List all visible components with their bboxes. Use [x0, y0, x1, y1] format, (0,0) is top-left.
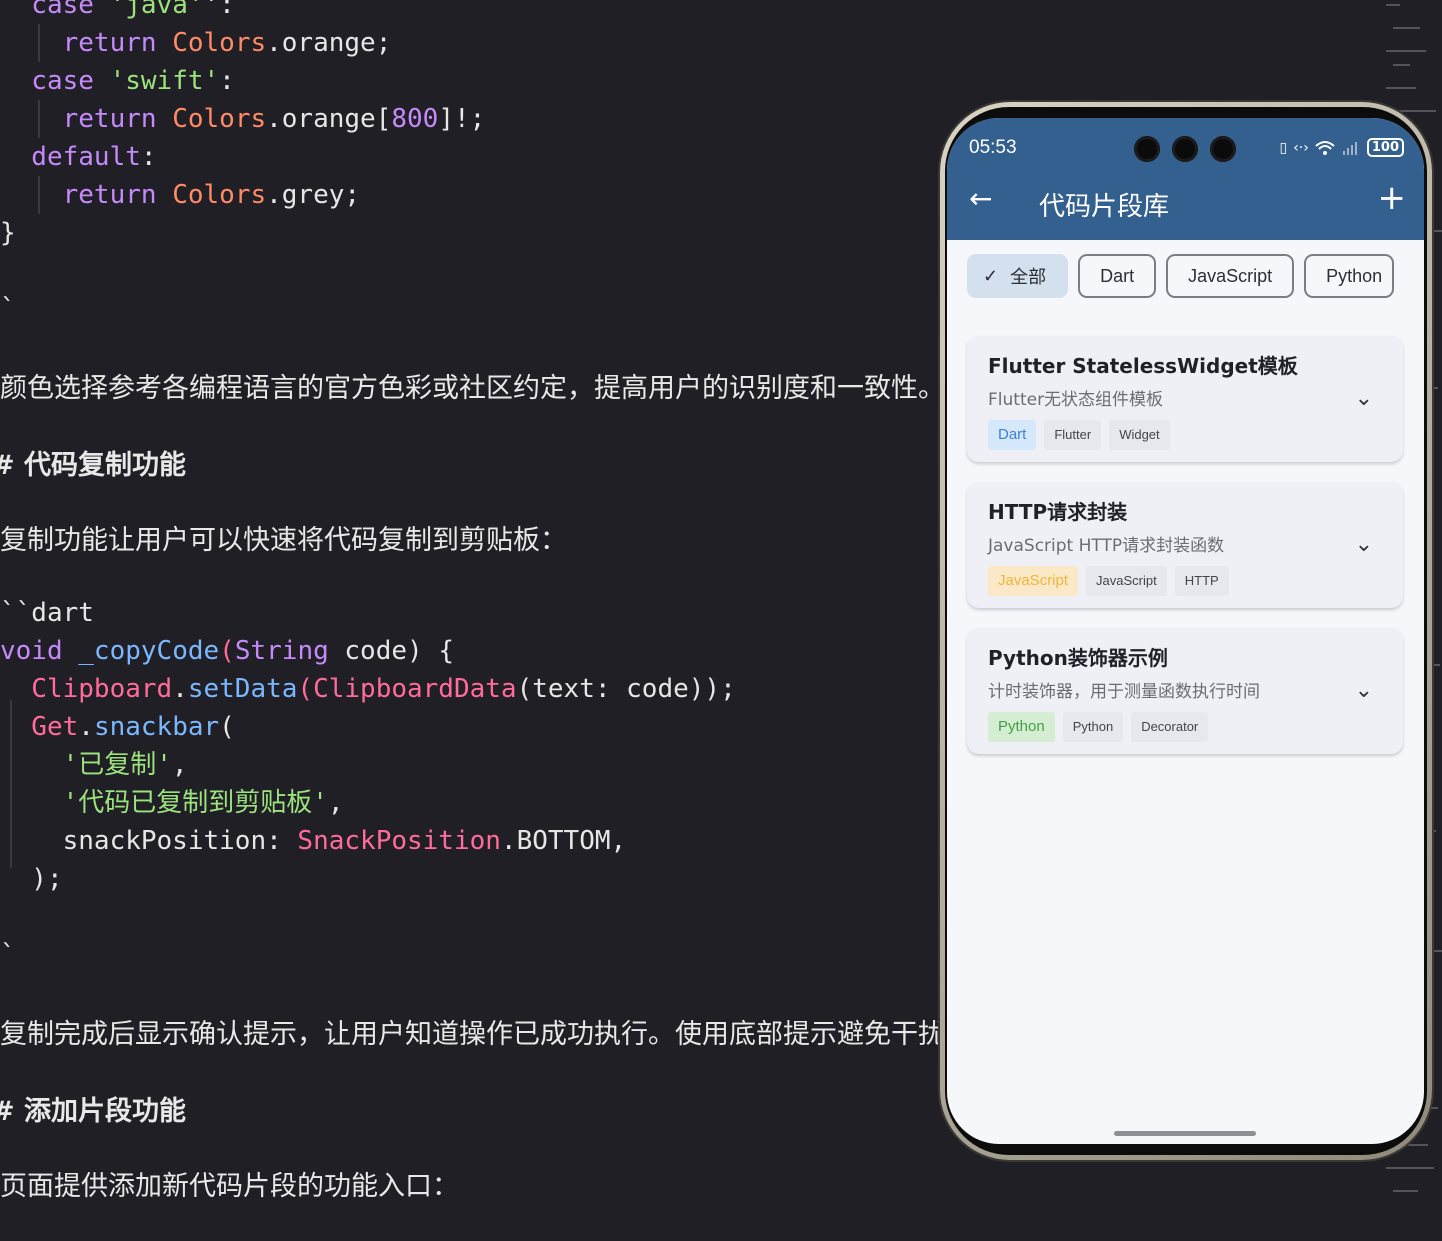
minimap-line: [1393, 64, 1410, 66]
code-line: `: [0, 294, 16, 324]
snippet-title: Flutter StatelessWidget模板: [988, 354, 1298, 378]
snippet-description: JavaScript HTTP请求封装函数: [988, 536, 1225, 556]
code-line: return Colors.orange[800]!;: [62, 104, 486, 134]
camera-icon: [1134, 136, 1160, 162]
vibrate-icon: ▯: [1279, 139, 1288, 156]
code-line: void _copyCode(String code) {: [0, 636, 454, 666]
status-icons: ▯ ‹·› 100: [1279, 138, 1404, 157]
phone-screen: 05:53 ▯ ‹·› 100 ← 代码片段库 + ✓ 全部 Dart Java…: [947, 118, 1424, 1144]
snippet-card[interactable]: HTTP请求封装 JavaScript HTTP请求封装函数 ⌄ JavaScr…: [967, 482, 1403, 608]
check-icon: ✓: [983, 265, 999, 286]
app-bar: 05:53 ▯ ‹·› 100 ← 代码片段库 +: [947, 118, 1424, 240]
snippet-description: 计时装饰器，用于测量函数执行时间: [988, 682, 1260, 702]
chip-label: JavaScript: [1188, 265, 1273, 286]
prose-line: 复制完成后显示确认提示，让用户知道操作已成功执行。使用底部提示避免干扰: [0, 1019, 940, 1050]
chevron-down-icon[interactable]: ⌄: [1355, 678, 1373, 703]
code-line: return Colors.grey;: [62, 180, 361, 210]
language-tag: JavaScript: [988, 566, 1079, 596]
code-line: Get.snackbar(: [0, 712, 235, 742]
filter-chip-python[interactable]: Python: [1304, 254, 1395, 298]
minimap-line: [1386, 1167, 1434, 1169]
keyword-tag: HTTP: [1174, 566, 1229, 596]
minimap-line: [1386, 50, 1426, 52]
code-line: Clipboard.setData(ClipboardData(text: co…: [0, 674, 736, 704]
camera-icon: [1210, 136, 1236, 162]
code-line: }: [0, 218, 16, 248]
filter-chip-javascript[interactable]: JavaScript: [1166, 254, 1295, 298]
minimap-line: [1386, 4, 1400, 6]
snippet-tags: Dart Flutter Widget: [988, 420, 1170, 450]
code-line: '已复制',: [0, 750, 188, 780]
language-tag: Dart: [988, 420, 1037, 450]
snippet-title: HTTP请求封装: [988, 500, 1128, 524]
snippet-card[interactable]: Python装饰器示例 计时装饰器，用于测量函数执行时间 ⌄ Python Py…: [967, 628, 1403, 754]
wifi-icon: [1315, 140, 1335, 155]
snippet-tags: Python Python Decorator: [988, 712, 1209, 742]
add-snippet-button[interactable]: +: [1378, 180, 1407, 216]
snippet-description: Flutter无状态组件模板: [988, 390, 1164, 410]
prose-line: 颜色选择参考各编程语言的官方色彩或社区约定，提高用户的识别度和一致性。: [0, 373, 940, 404]
keyword-tag: Flutter: [1044, 420, 1102, 450]
code-line: );: [0, 864, 63, 894]
camera-icon: [1172, 136, 1198, 162]
keyword-tag: Decorator: [1131, 712, 1209, 742]
chevron-down-icon[interactable]: ⌄: [1355, 386, 1373, 411]
minimap-line: [1393, 27, 1420, 29]
keyword-tag: Widget: [1109, 420, 1170, 450]
markdown-editor[interactable]: case 'java'': return Colors.orange; case…: [0, 0, 940, 1241]
code-line: return Colors.orange;: [62, 28, 392, 58]
code-line: ``dart: [0, 598, 94, 628]
keyword-tag: Python: [1062, 712, 1124, 742]
code-line: snackPosition: SnackPosition.BOTTOM,: [0, 826, 627, 856]
chip-label: 全部: [1010, 267, 1047, 287]
section-heading: # 添加片段功能: [0, 1096, 187, 1127]
home-indicator[interactable]: [1114, 1131, 1256, 1136]
data-transfer-icon: ‹·›: [1293, 139, 1309, 156]
page-title: 代码片段库: [1039, 192, 1170, 222]
filter-chip-all[interactable]: ✓ 全部: [967, 254, 1069, 298]
chip-label: Dart: [1100, 265, 1135, 286]
filter-chip-dart[interactable]: Dart: [1078, 254, 1157, 298]
code-line: '代码已复制到剪贴板',: [0, 788, 344, 818]
snippet-card[interactable]: Flutter StatelessWidget模板 Flutter无状态组件模板…: [967, 336, 1403, 462]
back-arrow-icon[interactable]: ←: [969, 184, 992, 214]
code-block-top: case 'java'': return Colors.orange; case…: [0, 0, 485, 328]
chevron-down-icon[interactable]: ⌄: [1355, 532, 1373, 557]
prose-line: 复制功能让用户可以快速将代码复制到剪贴板：: [0, 525, 567, 556]
signal-icon: [1342, 141, 1357, 155]
chip-label: Python: [1326, 265, 1383, 286]
code-line: `: [0, 940, 16, 970]
keyword-tag: JavaScript: [1086, 566, 1167, 596]
battery-icon: 100: [1366, 138, 1404, 157]
snippet-tags: JavaScript JavaScript HTTP: [988, 566, 1229, 596]
prose-line: 页面提供添加新代码片段的功能入口：: [0, 1171, 459, 1202]
code-line: case 'java'':: [0, 0, 235, 20]
code-line: default:: [0, 142, 157, 172]
code-line: case 'swift':: [0, 66, 235, 96]
minimap-line: [1386, 87, 1416, 89]
code-block-dart: ``dart void _copyCode(String code) { Clip…: [0, 594, 736, 974]
status-time: 05:53: [969, 137, 1017, 158]
language-tag: Python: [988, 712, 1055, 742]
minimap-line: [1393, 1190, 1418, 1192]
minimap-line: [1393, 110, 1436, 112]
snippet-title: Python装饰器示例: [988, 646, 1168, 670]
section-heading: # 代码复制功能: [0, 450, 187, 481]
language-filter-chips: ✓ 全部 Dart JavaScript Python: [967, 254, 1395, 298]
